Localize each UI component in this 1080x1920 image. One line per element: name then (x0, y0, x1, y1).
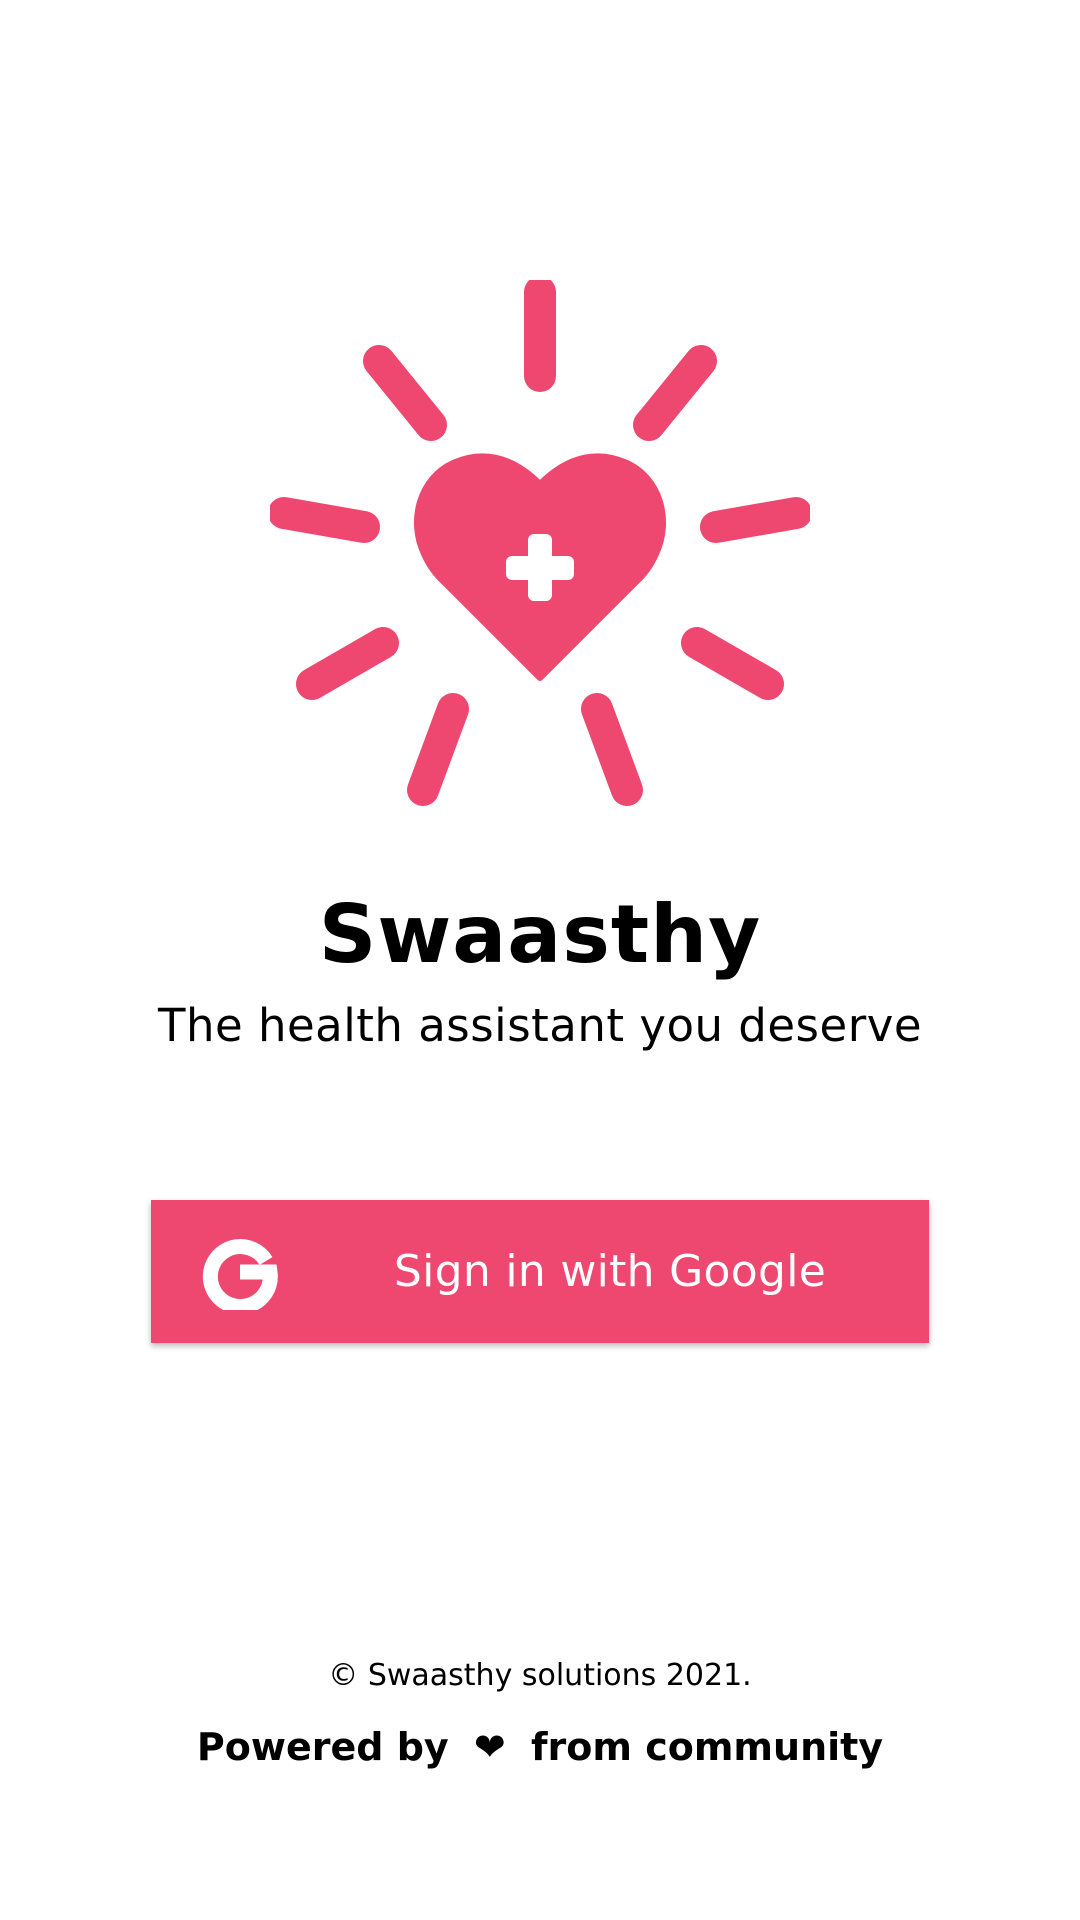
app-title: Swaasthy (318, 888, 762, 981)
heart-medical-logo-icon (270, 280, 810, 806)
sign-in-with-google-button[interactable]: Sign in with Google (151, 1200, 929, 1343)
app-tagline: The health assistant you deserve (157, 999, 923, 1052)
powered-by-suffix: from community (530, 1725, 884, 1769)
app-logo (270, 280, 810, 820)
heart-icon: ❤ (473, 1725, 506, 1769)
sign-in-button-label: Sign in with Google (393, 1246, 827, 1297)
powered-by-line: Powered by ❤ from community (0, 1720, 1080, 1774)
copyright-text: © Swaasthy solutions 2021. (328, 1658, 752, 1693)
powered-by-prefix: Powered by (196, 1725, 449, 1769)
google-g-icon (202, 1234, 278, 1314)
